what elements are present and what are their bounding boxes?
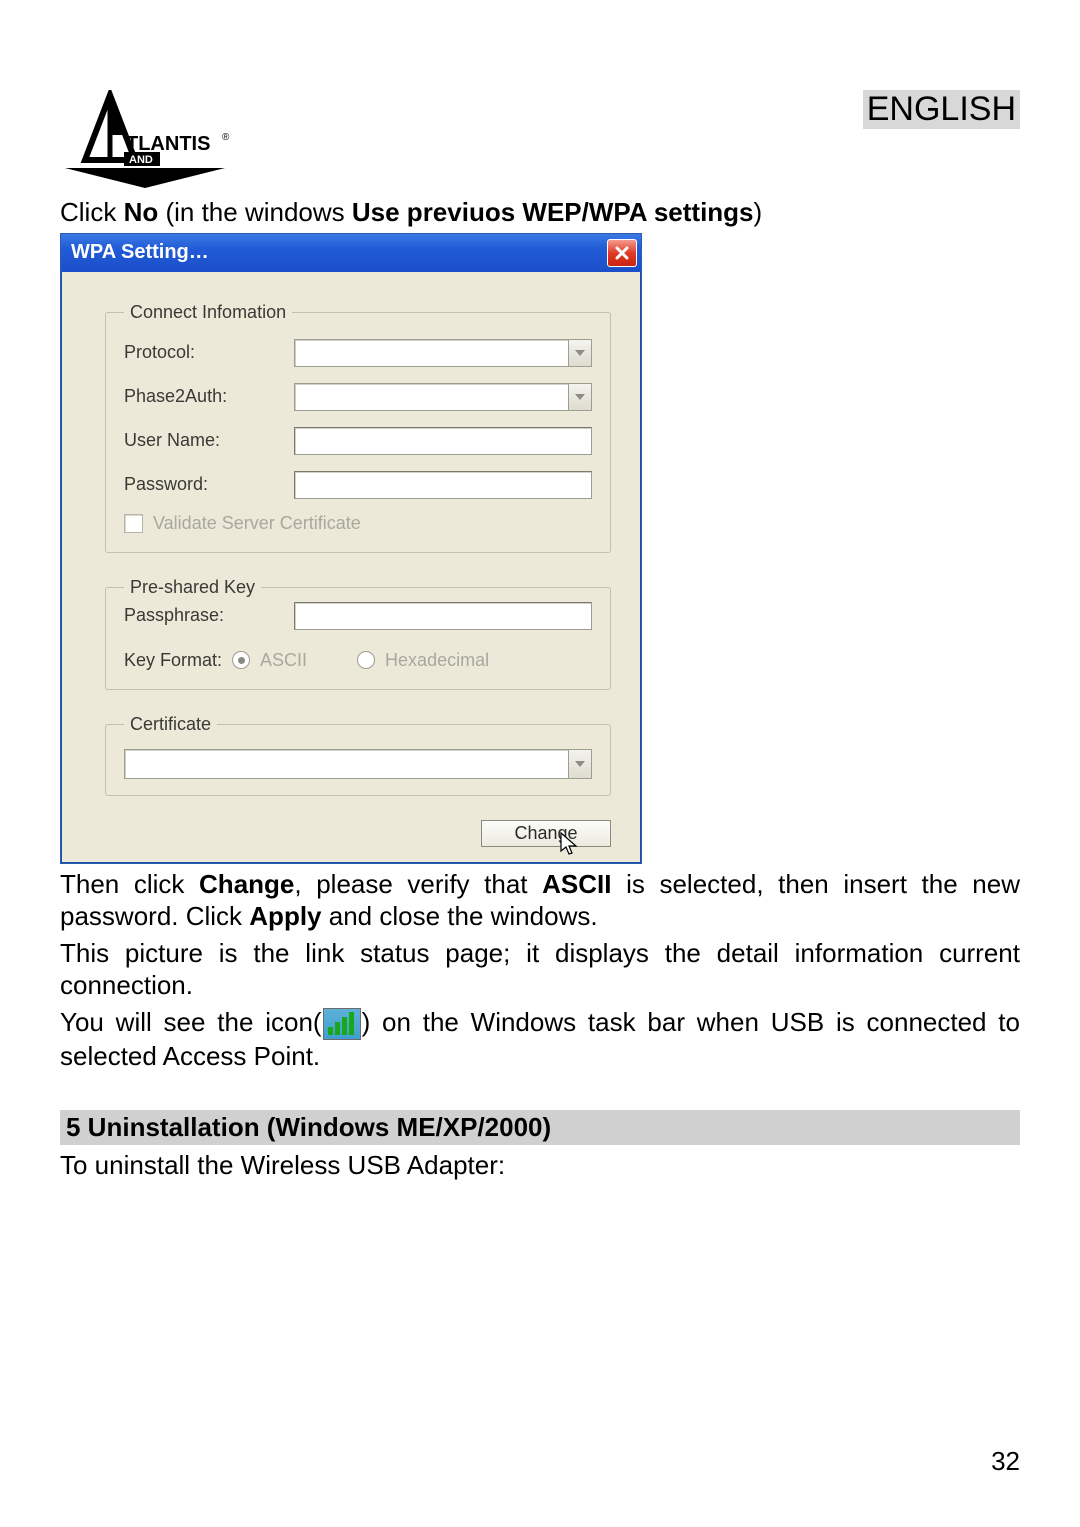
instruction-line-1: Click No (in the windows Use previuos WE… xyxy=(60,196,1020,229)
section-line: To uninstall the Wireless USB Adapter: xyxy=(60,1149,1020,1182)
password-label: Password: xyxy=(124,474,284,495)
svg-text:TLANTIS: TLANTIS xyxy=(126,133,210,155)
connect-legend: Connect Infomation xyxy=(124,302,292,323)
phase2auth-label: Phase2Auth: xyxy=(124,386,284,407)
page-number: 32 xyxy=(991,1446,1020,1477)
phase2auth-combo[interactable] xyxy=(294,383,592,411)
protocol-combo[interactable] xyxy=(294,339,592,367)
brand-logo: TLANTIS ® AND xyxy=(60,90,230,190)
svg-text:®: ® xyxy=(222,132,230,143)
section-heading: 5 Uninstallation (Windows ME/XP/2000) xyxy=(60,1110,1020,1145)
svg-text:AND: AND xyxy=(129,154,153,166)
ascii-radio[interactable] xyxy=(232,651,250,669)
ascii-label: ASCII xyxy=(260,650,307,671)
instruction-paragraph-2: This picture is the link status page; it… xyxy=(60,937,1020,1002)
passphrase-label: Passphrase: xyxy=(124,605,284,626)
chevron-down-icon[interactable] xyxy=(568,339,592,367)
chevron-down-icon[interactable] xyxy=(568,383,592,411)
hex-label: Hexadecimal xyxy=(385,650,489,671)
certificate-combo[interactable] xyxy=(124,749,592,779)
keyformat-label: Key Format: xyxy=(124,650,222,671)
protocol-label: Protocol: xyxy=(124,342,284,363)
username-label: User Name: xyxy=(124,430,284,451)
wpa-setting-dialog: WPA Setting… Connect Infomation Protocol… xyxy=(60,233,642,864)
change-button[interactable]: Change xyxy=(481,820,611,847)
username-input[interactable] xyxy=(294,427,592,455)
validate-cert-label: Validate Server Certificate xyxy=(153,513,361,534)
language-badge: ENGLISH xyxy=(863,90,1020,129)
password-input[interactable] xyxy=(294,471,592,499)
chevron-down-icon[interactable] xyxy=(568,749,592,779)
instruction-paragraph-3: You will see the icon( ) on the Windows … xyxy=(60,1006,1020,1073)
psk-legend: Pre-shared Key xyxy=(124,577,261,598)
cert-legend: Certificate xyxy=(124,714,217,735)
hex-radio[interactable] xyxy=(357,651,375,669)
passphrase-input[interactable] xyxy=(294,602,592,630)
preshared-key-group: Pre-shared Key Passphrase: Key Format: A… xyxy=(105,577,611,690)
certificate-group: Certificate xyxy=(105,714,611,796)
connect-information-group: Connect Infomation Protocol: Phase2Auth:… xyxy=(105,302,611,553)
validate-cert-checkbox[interactable] xyxy=(124,514,143,533)
dialog-title: WPA Setting… xyxy=(71,241,209,264)
dialog-titlebar[interactable]: WPA Setting… xyxy=(61,234,641,272)
close-icon[interactable] xyxy=(607,239,637,267)
signal-strength-icon xyxy=(323,1008,361,1040)
instruction-paragraph-1: Then click Change, please verify that AS… xyxy=(60,868,1020,933)
